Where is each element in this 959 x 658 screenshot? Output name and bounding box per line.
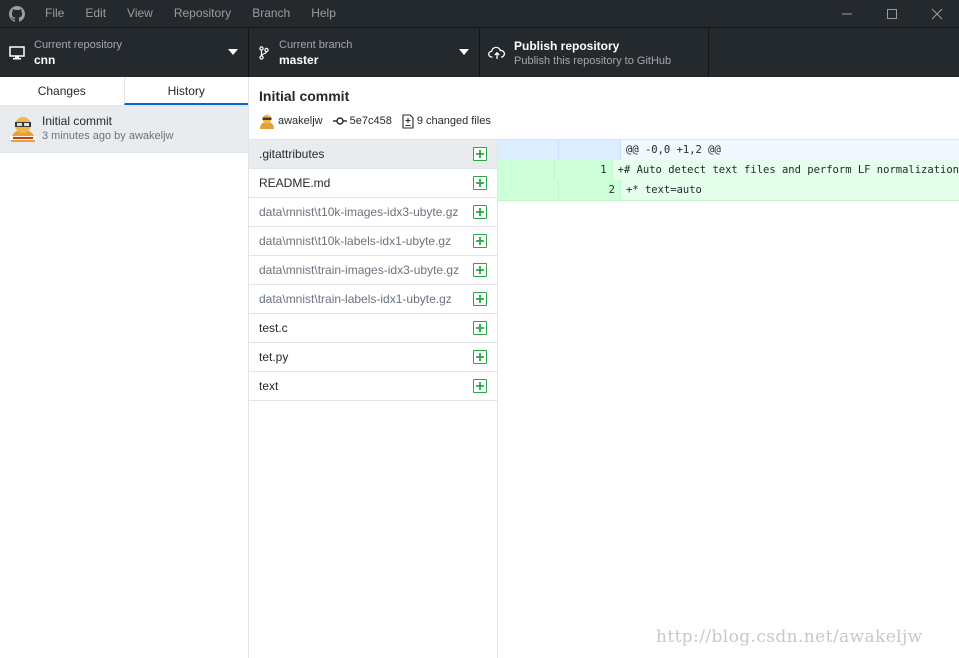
sidebar-tabs: Changes History: [0, 77, 248, 106]
file-added-icon: [473, 321, 487, 335]
menu-edit[interactable]: Edit: [74, 0, 116, 27]
commit-author: awakeljw: [278, 115, 323, 127]
hunk-text: @@ -0,0 +1,2 @@: [626, 144, 721, 156]
watermark-text: http://blog.csdn.net/awakeljw: [656, 627, 923, 647]
file-row[interactable]: data\mnist\ train-images-idx3-ubyte.gz: [249, 256, 497, 285]
file-name: train-labels-idx1-ubyte.gz: [317, 292, 452, 306]
changed-file-list: .gitattributes README.md data\mnist\ t10k…: [249, 140, 498, 658]
chevron-down-icon: [459, 49, 469, 55]
file-row[interactable]: text: [249, 372, 497, 401]
file-added-icon: [473, 147, 487, 161]
file-diff-icon: [402, 113, 414, 129]
new-line-number: 2: [559, 180, 621, 200]
file-name: text: [259, 379, 279, 393]
old-line-number: [498, 140, 559, 160]
chevron-down-icon: [228, 49, 238, 55]
menu-file[interactable]: File: [34, 0, 74, 27]
file-name: test.c: [259, 321, 288, 335]
file-added-icon: [473, 379, 487, 393]
file-dir: data\mnist\: [259, 292, 318, 306]
commit-meta: 3 minutes ago by awakeljw: [42, 130, 174, 142]
file-row[interactable]: test.c: [249, 314, 497, 343]
computer-icon: [0, 45, 34, 60]
old-line-number: [498, 180, 559, 200]
menu-branch[interactable]: Branch: [241, 0, 300, 27]
minimize-button[interactable]: [824, 0, 869, 27]
publish-repository-title: Publish repository: [514, 38, 620, 53]
current-repository-button[interactable]: Current repository cnn: [0, 28, 249, 77]
file-row[interactable]: data\mnist\ t10k-labels-idx1-ubyte.gz: [249, 227, 497, 256]
current-branch-label: Current branch: [279, 38, 353, 51]
menu-bar: File Edit View Repository Branch Help: [34, 0, 346, 27]
tab-changes[interactable]: Changes: [0, 77, 124, 105]
window-controls: [824, 0, 959, 27]
menu-repository[interactable]: Repository: [163, 0, 241, 27]
diff-line-added[interactable]: 2 +* text=auto: [498, 180, 959, 200]
file-name: train-images-idx3-ubyte.gz: [317, 263, 460, 277]
file-row[interactable]: data\mnist\ train-labels-idx1-ubyte.gz: [249, 285, 497, 314]
file-row[interactable]: README.md: [249, 169, 497, 198]
commit-title: Initial commit: [42, 114, 113, 128]
github-logo-icon[interactable]: [0, 0, 34, 27]
diff-view: @@ -0,0 +1,2 @@ 1 +# Auto detect text fi…: [498, 140, 959, 201]
maximize-icon: [886, 8, 897, 19]
tab-history[interactable]: History: [123, 77, 248, 105]
file-row[interactable]: data\mnist\ t10k-images-idx3-ubyte.gz: [249, 198, 497, 227]
file-name: README.md: [259, 176, 331, 190]
file-added-icon: [473, 176, 487, 190]
avatar: [260, 114, 274, 129]
diff-line-added[interactable]: 1 +# Auto detect text files and perform …: [498, 160, 959, 180]
maximize-button[interactable]: [869, 0, 914, 27]
file-name: tet.py: [259, 350, 289, 364]
sidebar: Changes History Initial commit 3 minutes…: [0, 77, 249, 658]
file-row[interactable]: .gitattributes: [249, 140, 497, 169]
file-added-icon: [473, 350, 487, 364]
file-dir: data\mnist\: [259, 205, 318, 219]
file-name: .gitattributes: [259, 147, 325, 161]
title-bar: File Edit View Repository Branch Help: [0, 0, 959, 27]
close-button[interactable]: [914, 0, 959, 27]
commit-sha[interactable]: 5e7c458: [350, 115, 392, 127]
file-added-icon: [473, 205, 487, 219]
file-dir: data\mnist\: [259, 234, 318, 248]
current-branch-button[interactable]: Current branch master: [249, 28, 480, 77]
file-added-icon: [473, 292, 487, 306]
current-repository-label: Current repository: [34, 38, 123, 51]
commit-summary-title: Initial commit: [259, 88, 350, 104]
file-name: t10k-images-idx3-ubyte.gz: [317, 205, 459, 219]
changed-files-count: 9 changed files: [416, 115, 491, 127]
new-line-number: [559, 140, 621, 160]
git-commit-icon: [332, 117, 347, 125]
current-repository-value: cnn: [34, 52, 56, 67]
new-line-number: 1: [554, 160, 613, 180]
cloud-upload-icon: [480, 46, 514, 60]
menu-help[interactable]: Help: [300, 0, 346, 27]
diff-line-text: +* text=auto: [626, 184, 702, 196]
close-icon: [931, 8, 942, 19]
commit-summary: Initial commit awakeljw 5e7c458 9 change…: [249, 77, 959, 140]
file-dir: data\mnist\: [259, 263, 318, 277]
diff-divider: [498, 200, 959, 201]
minimize-icon: [841, 13, 852, 14]
menu-view[interactable]: View: [116, 0, 163, 27]
file-added-icon: [473, 263, 487, 277]
commit-list-item[interactable]: Initial commit 3 minutes ago by awakeljw: [0, 106, 248, 153]
file-name: t10k-labels-idx1-ubyte.gz: [317, 234, 452, 248]
current-branch-value: master: [279, 52, 319, 67]
toolbar: Current repository cnn Current branch ma…: [0, 27, 959, 77]
publish-repository-button[interactable]: Publish repository Publish this reposito…: [480, 28, 709, 77]
publish-repository-subtitle: Publish this repository to GitHub: [514, 54, 672, 67]
diff-hunk-header: @@ -0,0 +1,2 @@: [498, 140, 959, 160]
file-row[interactable]: tet.py: [249, 343, 497, 372]
branch-icon: [249, 45, 279, 60]
file-added-icon: [473, 234, 487, 248]
avatar: [8, 114, 38, 144]
commit-summary-meta: awakeljw 5e7c458 9 changed files: [259, 113, 501, 129]
old-line-number: [498, 160, 555, 180]
diff-line-text: +# Auto detect text files and perform LF…: [617, 164, 959, 176]
